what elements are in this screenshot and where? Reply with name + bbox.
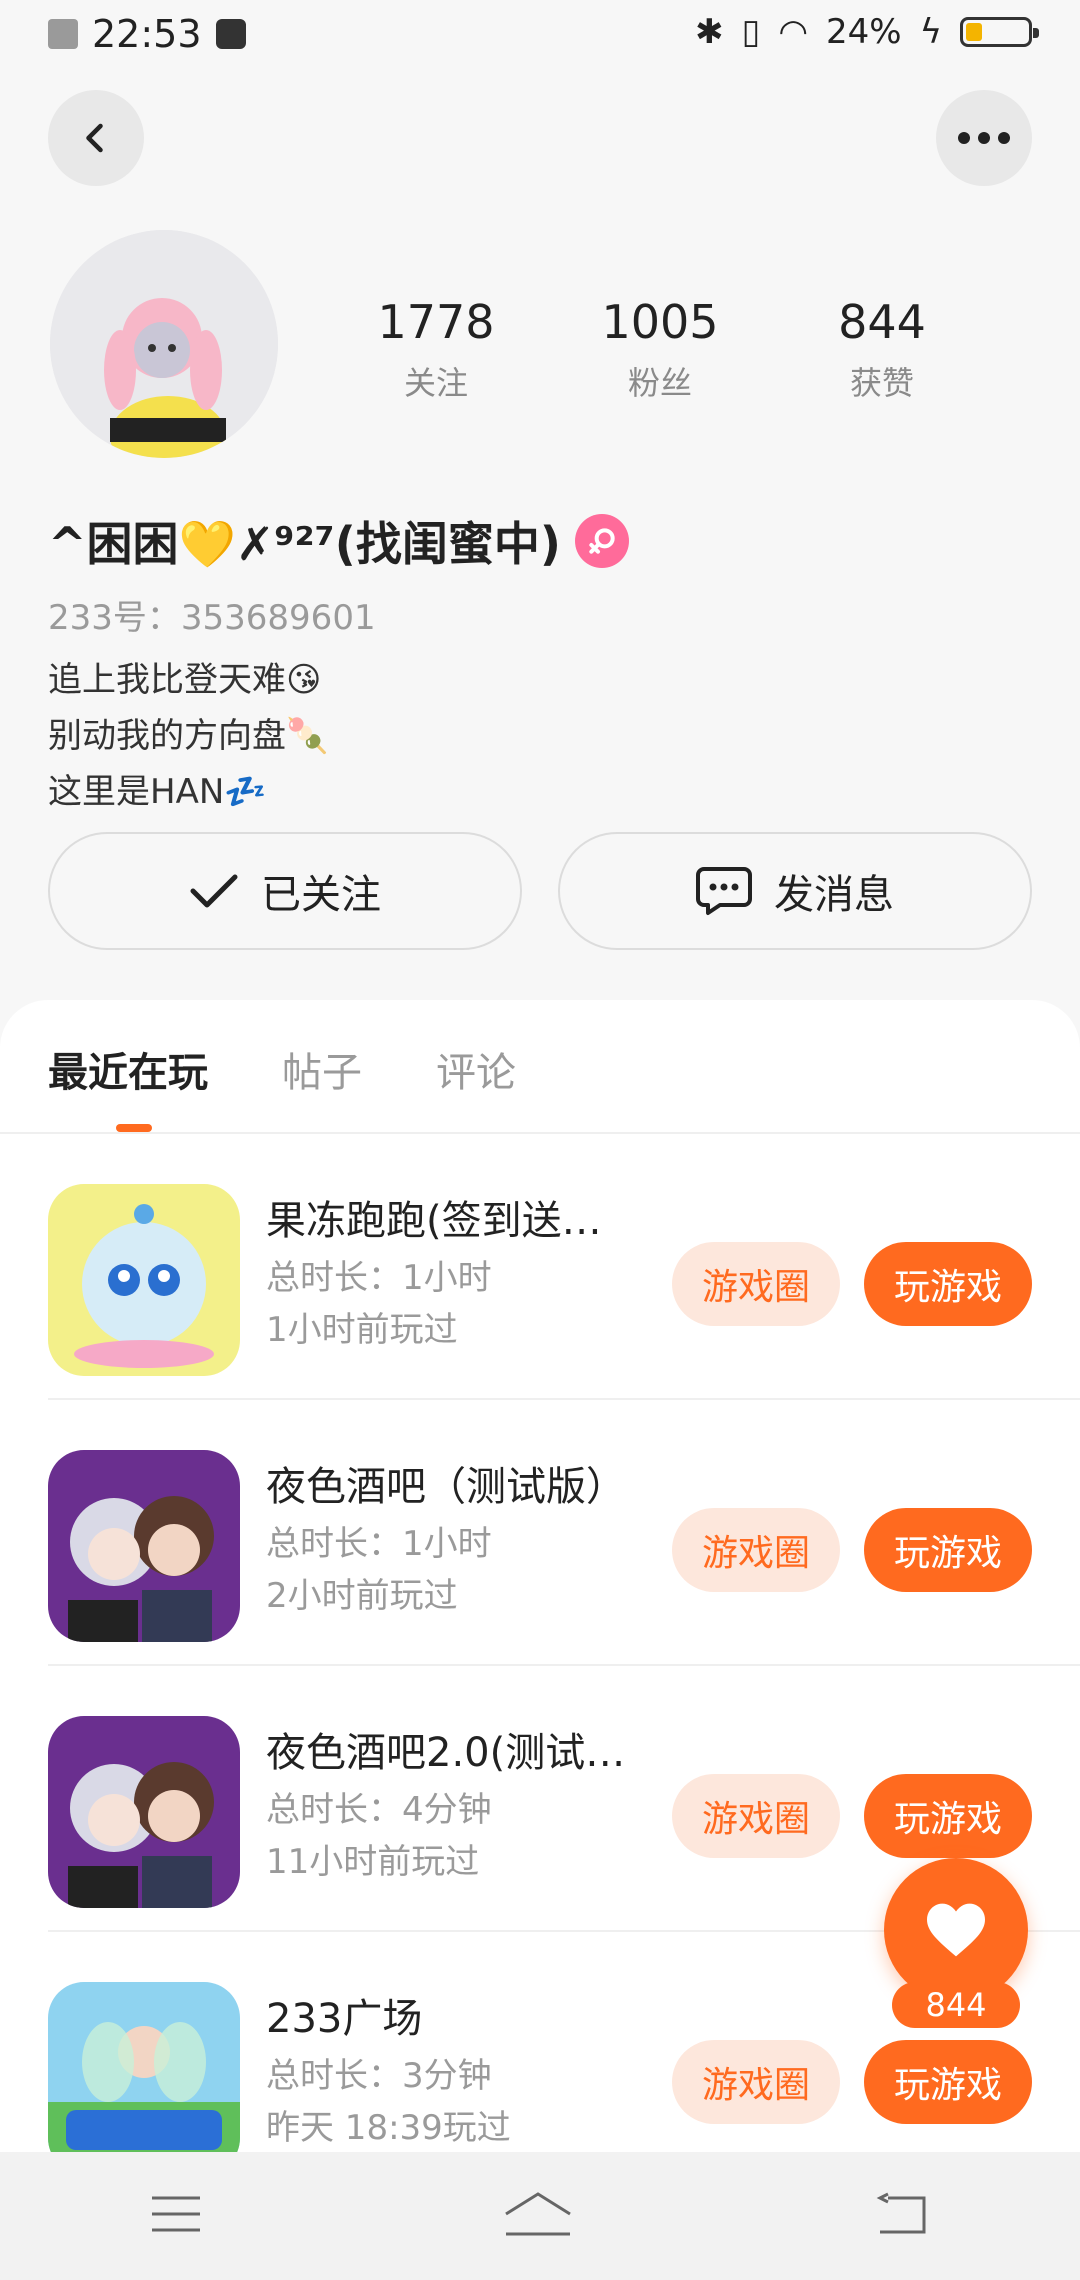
battery-icon xyxy=(960,17,1039,47)
menu-icon[interactable] xyxy=(150,2194,202,2238)
play-game-button[interactable]: 玩游戏 xyxy=(864,1242,1032,1326)
more-dots-icon xyxy=(958,132,1010,144)
game-circle-button[interactable]: 游戏圈 xyxy=(672,2040,840,2124)
game-duration: 总时长：1小时 xyxy=(266,1258,492,1298)
followers-count: 1005 xyxy=(601,295,719,349)
home-icon[interactable] xyxy=(502,2190,574,2242)
stat-followers[interactable]: 1005 粉丝 xyxy=(570,294,750,404)
profile-name: ^困困💛✗⁹²⁷(找闺蜜中) xyxy=(48,517,561,571)
game-title: 果冻跑跑(签到送… xyxy=(266,1198,602,1244)
game-row[interactable]: 果冻跑跑(签到送… 总时长：1小时 1小时前玩过 游戏圈 玩游戏 xyxy=(48,1134,1080,1400)
avatar[interactable] xyxy=(50,230,278,458)
tab-posts[interactable]: 帖子 xyxy=(282,1040,362,1098)
game-row[interactable]: 夜色酒吧（测试版） 总时长：1小时 2小时前玩过 游戏圈 玩游戏 xyxy=(48,1400,1080,1666)
play-game-button[interactable]: 玩游戏 xyxy=(864,2040,1032,2124)
user-id: 233号：353689601 xyxy=(48,598,376,638)
following-count: 1778 xyxy=(377,295,495,349)
game-icon xyxy=(48,1184,240,1376)
tab-recent-playing[interactable]: 最近在玩 xyxy=(48,1040,208,1098)
check-icon xyxy=(190,874,238,908)
game-duration: 总时长：1小时 xyxy=(266,1524,492,1564)
chat-bubble-icon xyxy=(696,867,752,915)
back-button[interactable] xyxy=(48,90,144,186)
game-icon xyxy=(48,1716,240,1908)
like-button[interactable] xyxy=(884,1858,1028,2002)
battery-percent: 24% xyxy=(825,12,902,52)
status-bar: 22:53 ✱ ▯ ◠ 24% ϟ xyxy=(0,0,1080,72)
play-game-button[interactable]: 玩游戏 xyxy=(864,1774,1032,1858)
more-button[interactable] xyxy=(936,90,1032,186)
message-button[interactable]: 发消息 xyxy=(558,832,1032,950)
game-circle-button[interactable]: 游戏圈 xyxy=(672,1242,840,1326)
status-time: 22:53 xyxy=(92,12,202,56)
followers-label: 粉丝 xyxy=(627,364,692,402)
game-icon xyxy=(48,1982,240,2152)
chevron-left-icon xyxy=(86,123,103,153)
vibrate-icon: ▯ xyxy=(741,12,761,52)
gender-female-icon xyxy=(574,514,629,568)
system-nav-bar xyxy=(0,2152,1080,2280)
game-title: 夜色酒吧2.0(测试… xyxy=(266,1730,626,1776)
tab-indicator xyxy=(116,1124,152,1132)
wifi-icon: ◠ xyxy=(778,12,808,52)
stat-likes[interactable]: 844 获赞 xyxy=(792,294,972,404)
tab-comments[interactable]: 评论 xyxy=(436,1040,516,1098)
profile-name-row: ^困困💛✗⁹²⁷(找闺蜜中) xyxy=(48,508,629,574)
bio: 追上我比登天难😘 别动我的方向盘🍡 这里是HAN💤 xyxy=(48,652,328,820)
heart-icon xyxy=(927,1903,985,1957)
game-title: 夜色酒吧（测试版） xyxy=(266,1464,626,1510)
avatar-character-image xyxy=(50,230,278,458)
followed-button[interactable]: 已关注 xyxy=(48,832,522,950)
game-last-played: 1小时前玩过 xyxy=(266,1310,458,1350)
like-count: 844 xyxy=(892,1982,1020,2028)
charging-icon: ϟ xyxy=(919,12,942,52)
stat-following[interactable]: 1778 关注 xyxy=(346,294,526,404)
game-circle-button[interactable]: 游戏圈 xyxy=(672,1508,840,1592)
following-label: 关注 xyxy=(403,364,468,402)
game-last-played: 2小时前玩过 xyxy=(266,1576,458,1616)
tab-bar: 最近在玩 帖子 评论 xyxy=(48,1040,516,1098)
bluetooth-icon: ✱ xyxy=(695,12,724,52)
bio-line: 追上我比登天难😘 xyxy=(48,660,322,700)
game-last-played: 11小时前玩过 xyxy=(266,1842,480,1882)
status-right: ✱ ▯ ◠ 24% ϟ xyxy=(695,12,1039,52)
game-last-played: 昨天 18:39玩过 xyxy=(266,2108,511,2148)
bio-line: 这里是HAN💤 xyxy=(48,772,267,812)
bio-line: 别动我的方向盘🍡 xyxy=(48,716,329,756)
app-notification-icon xyxy=(215,19,246,49)
likes-count: 844 xyxy=(838,295,926,349)
notification-icon xyxy=(48,19,78,49)
game-title: 233广场 xyxy=(266,1996,423,2042)
followed-label: 已关注 xyxy=(261,872,381,918)
status-left: 22:53 xyxy=(48,12,246,56)
game-icon xyxy=(48,1450,240,1642)
game-duration: 总时长：3分钟 xyxy=(266,2056,492,2096)
play-game-button[interactable]: 玩游戏 xyxy=(864,1508,1032,1592)
game-circle-button[interactable]: 游戏圈 xyxy=(672,1774,840,1858)
likes-label: 获赞 xyxy=(849,364,914,402)
game-duration: 总时长：4分钟 xyxy=(266,1790,492,1830)
back-nav-icon[interactable] xyxy=(874,2192,930,2240)
message-label: 发消息 xyxy=(774,872,894,918)
